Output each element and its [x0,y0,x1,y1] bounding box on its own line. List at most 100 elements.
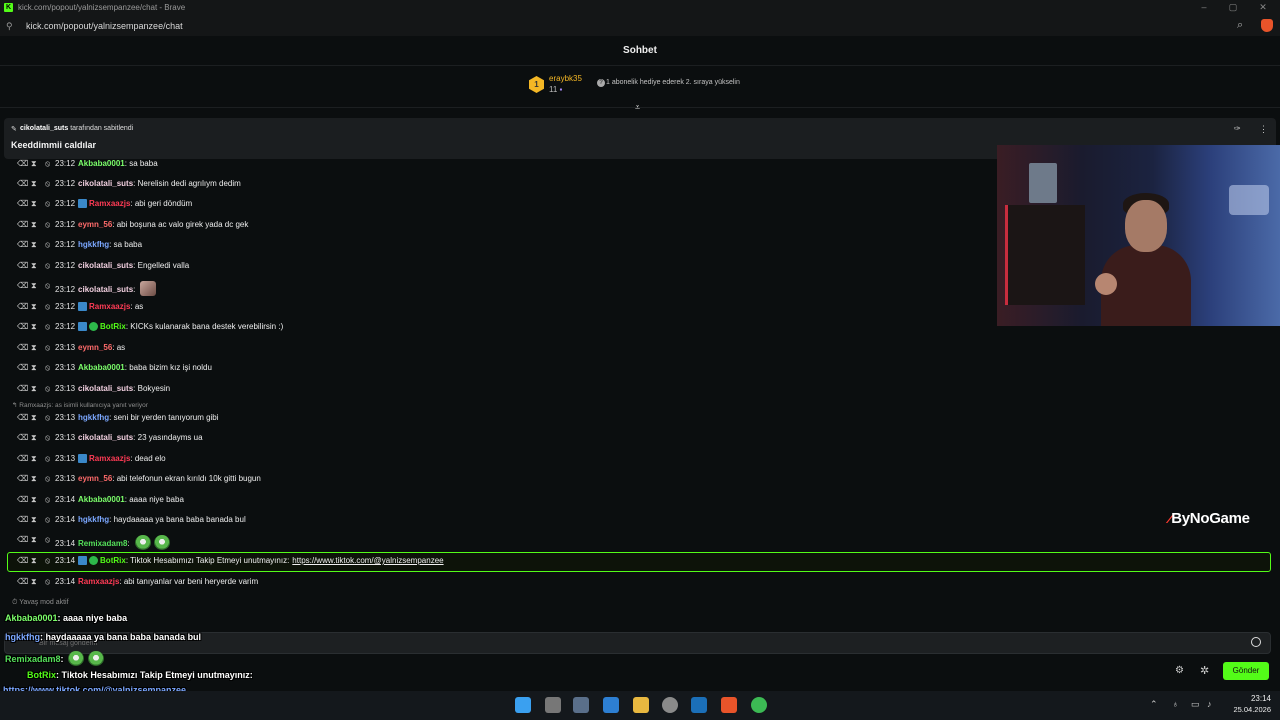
timeout-icon[interactable]: ⧗ [31,343,37,353]
ban-icon[interactable]: ⦸ [45,220,50,230]
message-username[interactable]: eymn_56 [78,343,112,352]
trash-icon[interactable]: ⌫ [17,240,28,249]
trash-icon[interactable]: ⌫ [17,199,28,208]
message-link[interactable]: https://www.tiktok.com/@yalnizsempanzee [292,556,443,565]
ban-icon[interactable]: ⦸ [45,474,50,484]
ban-icon[interactable]: ⦸ [45,159,50,169]
message-username[interactable]: hgkkfhg [78,413,109,422]
ban-icon[interactable]: ⦸ [45,413,50,423]
message-username[interactable]: Akbaba0001 [78,495,125,504]
ban-icon[interactable]: ⦸ [45,322,50,332]
maximize-icon[interactable]: ▢ [1228,2,1238,13]
ban-icon[interactable]: ⦸ [45,261,50,271]
timeout-icon[interactable]: ⧗ [31,556,37,566]
gift-icon[interactable]: ✲ [1200,664,1209,677]
unpin-icon[interactable]: ✑ [1234,124,1241,133]
timeout-icon[interactable]: ⧗ [31,220,37,230]
message-username[interactable]: eymn_56 [78,220,112,229]
ban-icon[interactable]: ⦸ [45,384,50,394]
chrome-icon[interactable] [751,697,767,713]
trash-icon[interactable]: ⌫ [17,454,28,463]
network-icon[interactable]: ▭ [1191,699,1200,710]
ban-icon[interactable]: ⦸ [45,302,50,312]
ban-icon[interactable]: ⦸ [45,199,50,209]
message-username[interactable]: Remixadam8 [78,539,127,548]
ban-icon[interactable]: ⦸ [45,433,50,443]
trash-icon[interactable]: ⌫ [17,515,28,524]
url-field[interactable]: kick.com/popout/yalnizsempanzee/chat [26,21,183,31]
timeout-icon[interactable]: ⧗ [31,535,37,545]
timeout-icon[interactable]: ⧗ [31,495,37,505]
message-username[interactable]: cikolatali_suts [78,285,133,294]
timeout-icon[interactable]: ⧗ [31,302,37,312]
timeout-icon[interactable]: ⧗ [31,454,37,464]
ban-icon[interactable]: ⦸ [45,454,50,464]
trash-icon[interactable]: ⌫ [17,302,28,311]
timeout-icon[interactable]: ⧗ [31,413,37,423]
timeout-icon[interactable]: ⧗ [31,433,37,443]
message-username[interactable]: cikolatali_suts [78,179,133,188]
timeout-icon[interactable]: ⧗ [31,515,37,525]
ban-icon[interactable]: ⦸ [45,556,50,566]
settings-icon[interactable]: ⚙ [1175,665,1184,676]
ban-icon[interactable]: ⦸ [45,515,50,525]
mic-icon[interactable]: ♁ [1172,699,1179,709]
timeout-icon[interactable]: ⧗ [31,384,37,394]
message-username[interactable]: Ramxaazjs [89,199,130,208]
steam-icon[interactable] [691,697,707,713]
message-username[interactable]: hgkkfhg [78,240,109,249]
ban-icon[interactable]: ⦸ [45,240,50,250]
ban-icon[interactable]: ⦸ [45,577,50,587]
app-icon-2[interactable] [662,697,678,713]
windows-icon[interactable] [515,697,531,713]
zoom-icon[interactable]: ⌕ [1237,19,1243,32]
message-username[interactable]: eymn_56 [78,474,112,483]
trash-icon[interactable]: ⌫ [17,220,28,229]
timeout-icon[interactable]: ⧗ [31,322,37,332]
volume-icon[interactable]: ♪ [1207,699,1212,709]
message-username[interactable]: Ramxaazjs [78,577,119,586]
message-username[interactable]: BotRix [100,322,126,331]
timeout-icon[interactable]: ⧗ [31,159,37,169]
trash-icon[interactable]: ⌫ [17,577,28,586]
trash-icon[interactable]: ⌫ [17,322,28,331]
minimize-icon[interactable]: – [1199,2,1209,12]
site-settings-icon[interactable]: ⚲ [6,21,13,32]
timeout-icon[interactable]: ⧗ [31,474,37,484]
message-username[interactable]: Akbaba0001 [78,363,125,372]
message-username[interactable]: hgkkfhg [78,515,109,524]
trash-icon[interactable]: ⌫ [17,363,28,372]
trash-icon[interactable]: ⌫ [17,433,28,442]
close-icon[interactable]: ✕ [1258,2,1268,13]
trash-icon[interactable]: ⌫ [17,261,28,270]
trash-icon[interactable]: ⌫ [17,535,28,544]
tray-chevron-icon[interactable]: ⌃ [1150,699,1158,710]
brave-shield-icon[interactable] [1261,19,1273,32]
timeout-icon[interactable]: ⧗ [31,199,37,209]
ban-icon[interactable]: ⦸ [45,535,50,545]
trash-icon[interactable]: ⌫ [17,495,28,504]
collapse-leaderboard-icon[interactable]: ⩡ [635,102,640,113]
message-username[interactable]: cikolatali_suts [78,261,133,270]
timeout-icon[interactable]: ⧗ [31,577,37,587]
more-icon[interactable]: ⋮ [1259,124,1268,135]
task-view-icon[interactable] [545,697,561,713]
timeout-icon[interactable]: ⧗ [31,281,37,291]
explorer-icon[interactable] [633,697,649,713]
trash-icon[interactable]: ⌫ [17,281,28,290]
ban-icon[interactable]: ⦸ [45,281,50,291]
trash-icon[interactable]: ⌫ [17,413,28,422]
message-username[interactable]: BotRix [100,556,126,565]
ban-icon[interactable]: ⦸ [45,495,50,505]
ban-icon[interactable]: ⦸ [45,179,50,189]
ban-icon[interactable]: ⦸ [45,343,50,353]
message-username[interactable]: Ramxaazjs [89,302,130,311]
timeout-icon[interactable]: ⧗ [31,363,37,373]
store-icon[interactable] [603,697,619,713]
trash-icon[interactable]: ⌫ [17,343,28,352]
trash-icon[interactable]: ⌫ [17,556,28,565]
leader-name[interactable]: eraybk35 [549,74,582,83]
brave-icon[interactable] [721,697,737,713]
app-icon-1[interactable] [573,697,589,713]
message-username[interactable]: cikolatali_suts [78,433,133,442]
